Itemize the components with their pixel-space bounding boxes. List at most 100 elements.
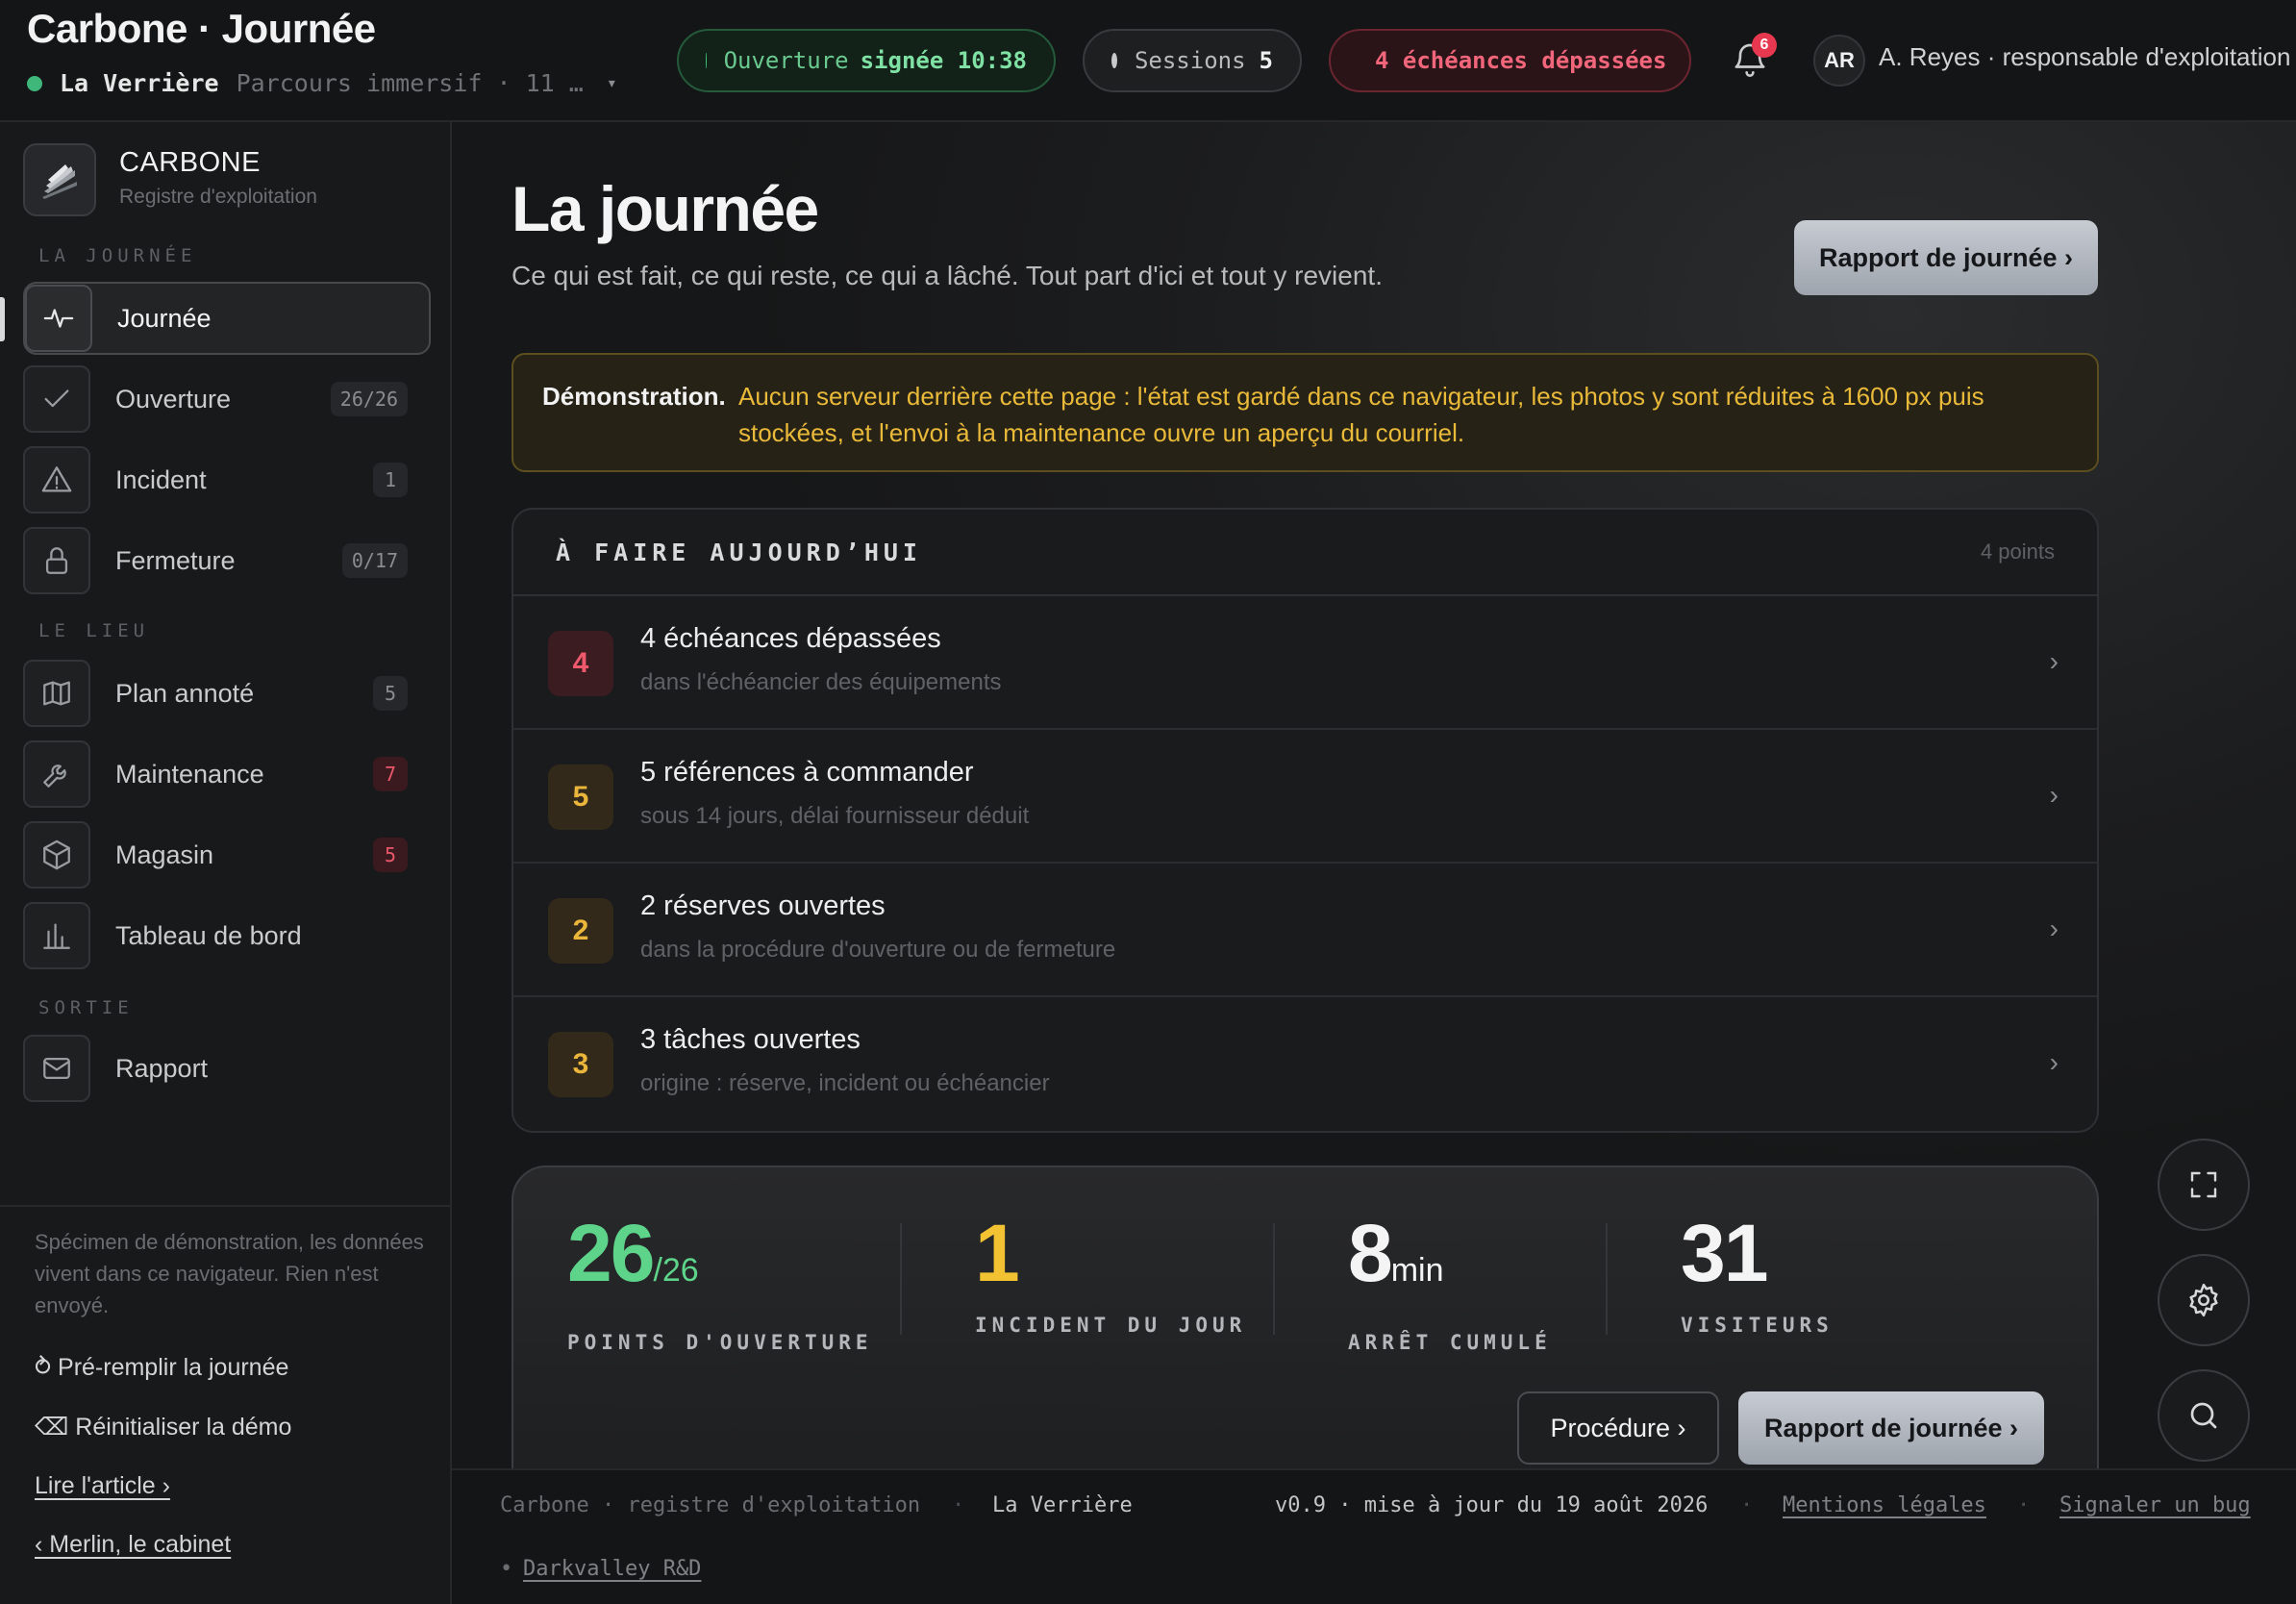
sidebar-item-tableau-de-bord[interactable]: Tableau de bord bbox=[23, 899, 431, 972]
footer-separator: · bbox=[1740, 1493, 1754, 1517]
sidebar-item-maintenance[interactable]: Maintenance 7 bbox=[23, 738, 431, 811]
sidebar-item-plan[interactable]: Plan annoté 5 bbox=[23, 657, 431, 730]
kpi-unit: min bbox=[1390, 1252, 1444, 1289]
read-article-link[interactable]: Lire l'article › bbox=[35, 1472, 170, 1500]
kpi-label: ARRÊT CUMULÉ bbox=[1348, 1331, 1552, 1354]
todo-row[interactable]: 2 2 réserves ouvertes dans la procédure … bbox=[513, 864, 2097, 997]
todo-row[interactable]: 4 4 échéances dépassées dans l'échéancie… bbox=[513, 596, 2097, 730]
kpi-number: 26 bbox=[567, 1208, 655, 1298]
sidebar-item-count: 7 bbox=[373, 757, 408, 791]
legal-link[interactable]: Mentions légales bbox=[1783, 1493, 1986, 1517]
report-bug-link[interactable]: Signaler un bug bbox=[2059, 1493, 2251, 1517]
day-report-button[interactable]: Rapport de journée › bbox=[1794, 220, 2098, 295]
sidebar-item-count: 5 bbox=[373, 838, 408, 872]
todo-subtitle: dans l'échéancier des équipements bbox=[640, 669, 1002, 695]
todo-title: 3 tâches ouvertes bbox=[640, 1024, 861, 1055]
todo-number-badge: 5 bbox=[548, 764, 613, 830]
nav-section-output: SORTIE bbox=[38, 997, 134, 1018]
day-report-button-bottom[interactable]: Rapport de journée › bbox=[1738, 1391, 2044, 1465]
todo-row[interactable]: 3 3 tâches ouvertes origine : réserve, i… bbox=[513, 997, 2097, 1131]
kpi-panel: 26/26 POINTS D'OUVERTURE 1 INCIDENT DU J… bbox=[512, 1165, 2099, 1512]
main-content: La journée Ce qui est fait, ce qui reste… bbox=[452, 122, 2296, 1512]
box-icon bbox=[23, 821, 90, 889]
opening-status-dot bbox=[706, 53, 707, 68]
todo-count: 4 points bbox=[1980, 539, 2055, 564]
fullscreen-button[interactable] bbox=[2158, 1139, 2250, 1231]
sidebar-divider bbox=[0, 1205, 452, 1207]
sessions-dot bbox=[1111, 53, 1117, 68]
back-link[interactable]: ‹ Merlin, le cabinet bbox=[35, 1531, 231, 1559]
sidebar-item-label: Ouverture bbox=[115, 384, 232, 414]
sidebar-item-label: Rapport bbox=[115, 1053, 209, 1083]
prefill-button[interactable]: ⥁ Pré-remplir la journée bbox=[35, 1353, 288, 1382]
todo-subtitle: dans la procédure d'ouverture ou de ferm… bbox=[640, 937, 1116, 963]
bar-chart-icon bbox=[23, 902, 90, 969]
opening-label: Ouverture bbox=[723, 47, 849, 74]
sidebar-item-label: Tableau de bord bbox=[115, 920, 302, 950]
search-button[interactable] bbox=[2158, 1369, 2250, 1462]
active-indicator bbox=[0, 297, 5, 341]
kpi-label: VISITEURS bbox=[1681, 1314, 1834, 1337]
site-selector[interactable]: La Verrière Parcours immersif · 11 … ▾ bbox=[27, 69, 617, 97]
sidebar-item-fermeture[interactable]: Fermeture 0/17 bbox=[23, 524, 431, 597]
kpi-divider bbox=[1606, 1223, 1608, 1335]
lock-icon bbox=[23, 527, 90, 594]
brand-name: CARBONE bbox=[119, 147, 261, 178]
studio-link[interactable]: Darkvalley R&D bbox=[523, 1557, 701, 1581]
feather-logo-icon bbox=[42, 164, 77, 199]
sidebar-item-ouverture[interactable]: Ouverture 26/26 bbox=[23, 363, 431, 436]
page-lead: Ce qui est fait, ce qui reste, ce qui a … bbox=[512, 261, 1383, 290]
site-status-dot bbox=[27, 75, 42, 91]
todo-subtitle: origine : réserve, incident ou échéancie… bbox=[640, 1070, 1050, 1096]
opening-status-pill[interactable]: Ouverture signée 10:38 bbox=[677, 29, 1056, 92]
chevron-right-icon: › bbox=[2049, 914, 2059, 943]
todo-row[interactable]: 5 5 références à commander sous 14 jours… bbox=[513, 730, 2097, 864]
sidebar-item-label: Incident bbox=[115, 464, 207, 494]
site-subtitle: Parcours immersif · 11 … bbox=[236, 69, 584, 97]
fullscreen-icon bbox=[2190, 1171, 2217, 1198]
sidebar-item-incident[interactable]: Incident 1 bbox=[23, 443, 431, 516]
reset-demo-button[interactable]: ⌫ Réinitialiser la démo bbox=[35, 1413, 291, 1441]
sidebar-item-count: 26/26 bbox=[330, 382, 408, 416]
sidebar-item-count: 5 bbox=[373, 676, 408, 711]
kpi-number: 31 bbox=[1681, 1208, 1768, 1298]
brand-logo bbox=[23, 143, 96, 216]
chevron-right-icon: › bbox=[2049, 1047, 2059, 1077]
avatar[interactable]: AR bbox=[1813, 35, 1865, 87]
kpi-divider bbox=[900, 1223, 902, 1335]
settings-button[interactable] bbox=[2158, 1254, 2250, 1346]
todo-title: 4 échéances dépassées bbox=[640, 623, 941, 654]
demo-banner: Démonstration. Aucun serveur derrière ce… bbox=[512, 353, 2099, 472]
todo-number-badge: 3 bbox=[548, 1032, 613, 1097]
page-title: La journée bbox=[512, 173, 819, 244]
sidebar-item-journee[interactable]: Journée bbox=[23, 282, 431, 355]
sidebar-item-magasin[interactable]: Magasin 5 bbox=[23, 818, 431, 891]
mail-icon bbox=[23, 1035, 90, 1102]
sidebar-item-label: Fermeture bbox=[115, 545, 236, 575]
todo-header: À FAIRE AUJOURD’HUI 4 points bbox=[513, 510, 2097, 596]
procedure-button[interactable]: Procédure › bbox=[1517, 1391, 1719, 1465]
demo-text: Aucun serveur derrière cette page : l'ét… bbox=[738, 382, 1984, 447]
todo-subtitle: sous 14 jours, délai fournisseur déduit bbox=[640, 803, 1030, 829]
sidebar-item-label: Plan annoté bbox=[115, 678, 255, 708]
sessions-pill[interactable]: Sessions 5 bbox=[1083, 29, 1302, 92]
todo-number-badge: 4 bbox=[548, 631, 613, 696]
kpi-visitors: 31 VISITEURS bbox=[1681, 1210, 1834, 1337]
footer-app: Carbone · registre d'exploitation bbox=[500, 1493, 921, 1517]
demo-label: Démonstration. bbox=[542, 382, 726, 411]
footer-separator: · bbox=[952, 1493, 965, 1517]
sidebar-item-rapport[interactable]: Rapport bbox=[23, 1032, 431, 1105]
overdue-label: 4 échéances dépassées bbox=[1375, 47, 1667, 74]
footer-separator: · bbox=[2017, 1493, 2031, 1517]
sidebar-item-label: Journée bbox=[117, 303, 212, 333]
pulse-icon bbox=[25, 285, 92, 352]
kpi-downtime: 8min ARRÊT CUMULÉ bbox=[1348, 1210, 1552, 1354]
opening-value: signée 10:38 bbox=[860, 47, 1027, 74]
app-title: Carbone · Journée bbox=[27, 6, 376, 51]
user-name[interactable]: A. Reyes · responsable d'exploitation bbox=[1879, 42, 2290, 72]
top-bar: Carbone · Journée La Verrière Parcours i… bbox=[0, 0, 2296, 122]
nav-section-place: LE LIEU bbox=[38, 620, 150, 641]
sidebar-item-label: Maintenance bbox=[115, 759, 264, 789]
overdue-pill[interactable]: 4 échéances dépassées bbox=[1329, 29, 1691, 92]
footer: Carbone · registre d'exploitation · La V… bbox=[452, 1468, 2296, 1604]
